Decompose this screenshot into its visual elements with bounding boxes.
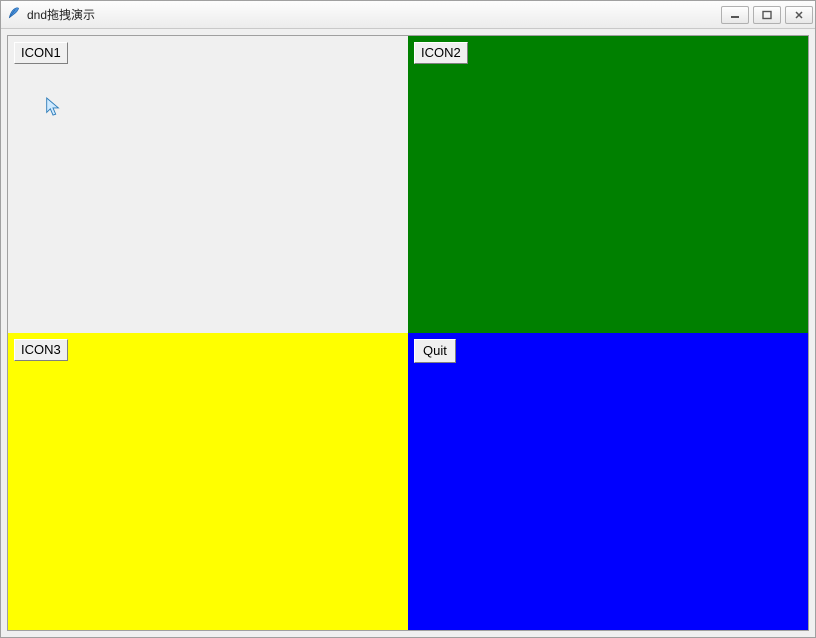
window-frame: dnd拖拽演示 ICON1 bbox=[0, 0, 816, 638]
icon1-dragsource[interactable]: ICON1 bbox=[14, 42, 68, 64]
app-icon bbox=[7, 6, 21, 23]
icon3-dragsource[interactable]: ICON3 bbox=[14, 339, 68, 361]
client-area: ICON1 ICON2 ICON3 Quit bbox=[7, 35, 809, 631]
title-bar-left: dnd拖拽演示 bbox=[7, 6, 95, 23]
minimize-button[interactable] bbox=[721, 6, 749, 24]
client-area-wrap: ICON1 ICON2 ICON3 Quit bbox=[1, 29, 815, 637]
panel-bottom-left[interactable]: ICON3 bbox=[8, 333, 408, 630]
icon2-dragsource[interactable]: ICON2 bbox=[414, 42, 468, 64]
quit-button[interactable]: Quit bbox=[414, 339, 456, 363]
window-title: dnd拖拽演示 bbox=[27, 6, 95, 23]
panel-bottom-right[interactable]: Quit bbox=[408, 333, 808, 630]
title-bar[interactable]: dnd拖拽演示 bbox=[1, 1, 815, 29]
maximize-button[interactable] bbox=[753, 6, 781, 24]
close-button[interactable] bbox=[785, 6, 813, 24]
panel-top-right[interactable]: ICON2 bbox=[408, 36, 808, 333]
panel-top-left[interactable]: ICON1 bbox=[8, 36, 408, 333]
window-controls bbox=[721, 6, 813, 24]
